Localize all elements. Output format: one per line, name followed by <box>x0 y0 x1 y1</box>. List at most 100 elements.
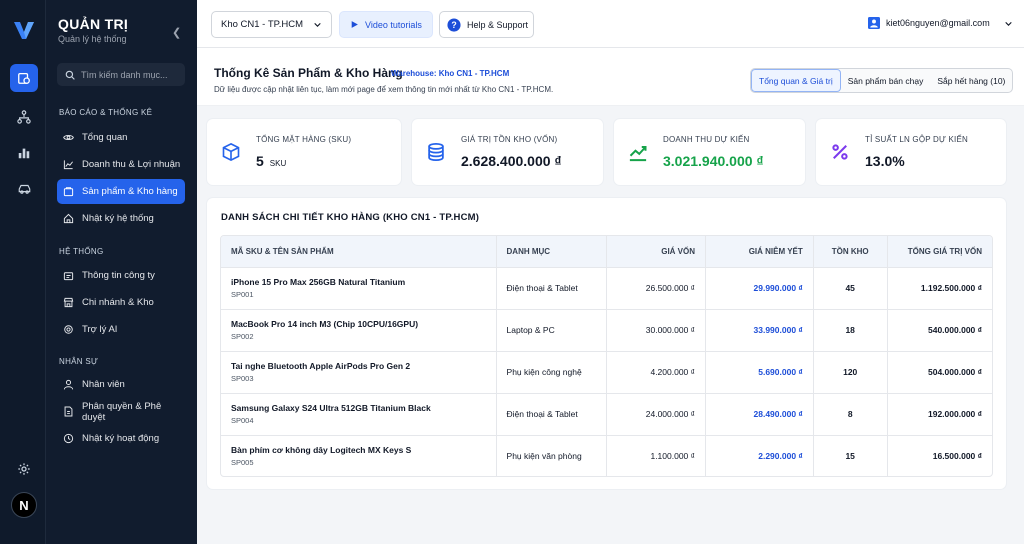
view-tabs: Tổng quan & Giá trị Sản phẩm bán chạy Sắ… <box>750 68 1014 93</box>
table-title: DANH SÁCH CHI TIẾT KHO HÀNG (KHO CN1 - T… <box>221 212 480 223</box>
category-cell: Phụ kiện công nghệ <box>496 351 608 393</box>
column-header[interactable]: TỒN KHO <box>813 236 888 267</box>
total-cell: 1.192.500.000 ₫ <box>920 283 982 293</box>
stat-unit: SKU <box>269 159 287 168</box>
box-icon <box>222 142 240 162</box>
product-sku: SP001 <box>231 290 254 299</box>
sidebar-item-company[interactable]: Thông tin công ty <box>57 263 185 288</box>
eye-icon <box>63 134 74 141</box>
search-icon <box>65 70 75 80</box>
product-cell: Tai nghe Bluetooth Apple AirPods Pro Gen… <box>221 351 497 393</box>
gear-icon <box>64 325 73 334</box>
rail-reports-button[interactable] <box>10 139 38 167</box>
inventory-table: MÃ SKU & TÊN SẢN PHẨM DANH MỤC GIÁ VỐN G… <box>221 236 992 476</box>
total-cell: 504.000.000 ₫ <box>928 367 982 377</box>
table-header-row: MÃ SKU & TÊN SẢN PHẨM DANH MỤC GIÁ VỐN G… <box>221 236 992 267</box>
column-header[interactable]: GIÁ NIÊM YẾT <box>705 236 814 267</box>
product-name: iPhone 15 Pro Max 256GB Natural Titanium <box>231 277 406 287</box>
branch-select[interactable]: Kho CN1 - TP.HCM <box>211 11 332 38</box>
warehouse-label: Warehouse: Kho CN1 - TP.HCM <box>391 69 510 78</box>
stock-cell: 8 <box>813 393 888 435</box>
product-sku: SP002 <box>231 332 254 341</box>
product-name: Bàn phím cơ không dây Logitech MX Keys S <box>231 445 412 456</box>
user-menu[interactable]: kiet06nguyen@gmail.com <box>868 17 1013 29</box>
avatar[interactable]: N <box>11 492 37 518</box>
stat-value: 3.021.940.000 ₫ <box>663 153 764 169</box>
product-cell: iPhone 15 Pro Max 256GB Natural Titanium… <box>221 267 497 309</box>
rail-vehicle-button[interactable] <box>10 175 38 203</box>
column-header[interactable]: MÃ SKU & TÊN SẢN PHẨM <box>221 236 497 267</box>
collapse-sidebar-icon[interactable]: ❮ <box>172 26 181 39</box>
cart-icon <box>63 187 74 197</box>
tab-low-stock[interactable]: Sắp hết hàng (10) <box>930 69 1012 92</box>
store-icon <box>63 297 74 308</box>
sidebar-item-products[interactable]: Sản phẩm & Kho hàng <box>57 179 185 204</box>
category-cell: Laptop & PC <box>496 309 608 351</box>
video-tutorials-button[interactable]: Video tutorials <box>339 11 433 38</box>
help-support-button[interactable]: ? Help & Support <box>439 11 534 38</box>
column-header[interactable]: GIÁ VỐN <box>606 236 707 267</box>
percent-icon <box>832 144 848 160</box>
cost-cell: 4.200.000 ₫ <box>606 351 707 393</box>
sidebar-item-employees[interactable]: Nhân viên <box>57 372 185 397</box>
stat-label: TỈ SUẤT LN GỘP DỰ KIẾN <box>865 135 968 144</box>
user-email: kiet06nguyen@gmail.com <box>886 18 990 28</box>
settings-icon <box>18 463 30 475</box>
sidebar-item-label: Nhân viên <box>82 379 125 390</box>
sidebar-item-label: Thông tin công ty <box>82 270 155 281</box>
stat-label: TỔNG MẶT HÀNG (SKU) <box>256 135 352 144</box>
sidebar-item-branches[interactable]: Chi nhánh & Kho <box>57 290 185 315</box>
sidebar-item-overview[interactable]: Tổng quan <box>57 125 185 150</box>
table-row[interactable]: Samsung Galaxy S24 Ultra 512GB Titanium … <box>221 393 992 435</box>
sidebar-item-ai-assistant[interactable]: Trợ lý AI <box>57 317 185 342</box>
sidebar-section-system: HỆ THỐNG <box>59 247 104 256</box>
cost-cell: 24.000.000 ₫ <box>606 393 707 435</box>
inventory-table-wrapper: MÃ SKU & TÊN SẢN PHẨM DANH MỤC GIÁ VỐN G… <box>220 235 993 477</box>
sidebar-title: QUẢN TRỊ <box>58 16 129 32</box>
rail-settings-button[interactable] <box>10 455 38 483</box>
price-cell: 29.990.000 ₫ <box>705 267 814 309</box>
table-row[interactable]: iPhone 15 Pro Max 256GB Natural Titanium… <box>221 267 992 309</box>
tab-overview-value[interactable]: Tổng quan & Giá trị <box>751 69 841 92</box>
sidebar-item-activity-log[interactable]: Nhật ký hoạt động <box>57 426 185 451</box>
sidebar-item-revenue[interactable]: Doanh thu & Lợi nhuận <box>57 152 185 177</box>
top-bar: Kho CN1 - TP.HCM Video tutorials ? Help … <box>197 0 1024 48</box>
column-header[interactable]: DANH MỤC <box>496 236 608 267</box>
category-cell: Điện thoại & Tablet <box>496 393 608 435</box>
chevron-down-icon <box>1004 21 1012 26</box>
stat-card-expected-revenue: DOANH THU DỰ KIẾN 3.021.940.000 ₫ <box>614 119 805 185</box>
product-sku: SP005 <box>231 458 254 468</box>
cost-cell: 30.000.000 ₫ <box>606 309 707 351</box>
rail-inventory-button[interactable] <box>10 64 38 92</box>
table-row[interactable]: Bàn phím cơ không dây Logitech MX Keys S… <box>221 435 992 476</box>
category-cell: Phụ kiện văn phòng <box>496 435 608 476</box>
document-icon <box>64 406 73 417</box>
sidebar-item-permissions[interactable]: Phân quyền & Phê duyệt <box>57 399 185 424</box>
table-row[interactable]: MacBook Pro 14 inch M3 (Chip 10CPU/16GPU… <box>221 309 992 351</box>
hierarchy-icon <box>17 110 31 124</box>
stat-value: 2.628.400.000 ₫ <box>461 153 562 169</box>
sidebar: QUẢN TRỊ Quản lý hệ thống ❮ BÁO CÁO & TH… <box>46 0 197 544</box>
stat-card-gross-margin: TỈ SUẤT LN GỘP DỰ KIẾN 13.0% <box>816 119 1006 185</box>
stat-card-inventory-value: GIÁ TRỊ TỒN KHO (VỐN) 2.628.400.000 ₫ <box>412 119 603 185</box>
help-icon: ? <box>447 17 461 32</box>
product-cell: MacBook Pro 14 inch M3 (Chip 10CPU/16GPU… <box>221 309 497 351</box>
inventory-icon <box>18 72 30 84</box>
table-row[interactable]: Tai nghe Bluetooth Apple AirPods Pro Gen… <box>221 351 992 393</box>
stat-card-sku: TỔNG MẶT HÀNG (SKU) 5 SKU <box>207 119 401 185</box>
product-cell: Bàn phím cơ không dây Logitech MX Keys S… <box>221 435 497 476</box>
sidebar-item-label: Chi nhánh & Kho <box>82 297 154 308</box>
tab-best-sellers[interactable]: Sản phẩm bán chạy <box>841 69 931 92</box>
user-badge-icon <box>868 17 880 29</box>
sidebar-item-system-log[interactable]: Nhật ký hệ thống <box>57 206 185 231</box>
rail-org-button[interactable] <box>10 103 38 131</box>
product-name: Tai nghe Bluetooth Apple AirPods Pro Gen… <box>231 361 411 371</box>
product-sku: SP004 <box>231 416 254 425</box>
price-cell: 28.490.000 ₫ <box>705 393 814 435</box>
stat-value: 5 SKU <box>256 153 287 169</box>
column-header[interactable]: TỔNG GIÁ TRỊ VỐN <box>887 236 992 267</box>
trend-up-icon <box>629 146 647 162</box>
sidebar-search-input[interactable] <box>81 69 181 80</box>
bar-chart-icon <box>18 148 30 159</box>
svg-text:?: ? <box>451 20 456 30</box>
